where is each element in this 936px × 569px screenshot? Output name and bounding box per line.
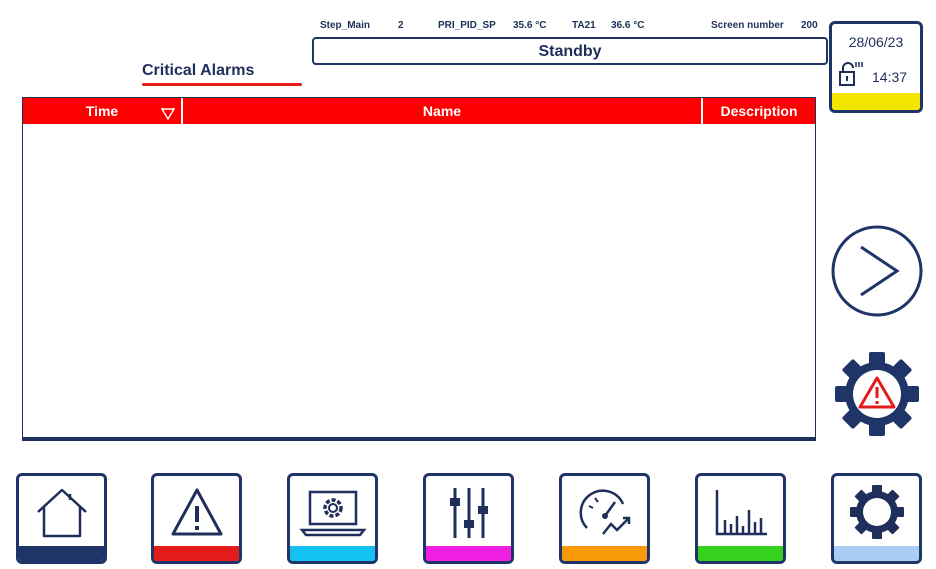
- datetime-accent-bar: [832, 93, 920, 110]
- machine-state-box: Standby: [312, 37, 828, 65]
- title-underline: [142, 83, 302, 86]
- unlock-icon: [838, 60, 864, 93]
- nav-charts-button[interactable]: [695, 473, 786, 564]
- sliders-icon: [439, 482, 499, 547]
- sort-descending-icon[interactable]: [160, 103, 176, 129]
- alarm-settings-button[interactable]: [833, 350, 921, 443]
- screen-number-value: 200: [801, 20, 818, 31]
- time-display: 14:37: [872, 69, 908, 85]
- nav-home-bar: [19, 546, 104, 561]
- column-header-description[interactable]: Description: [703, 98, 815, 124]
- nav-alarms-button[interactable]: [151, 473, 242, 564]
- nav-home-button[interactable]: [16, 473, 107, 564]
- gear-icon: [847, 482, 907, 547]
- nav-settings-button[interactable]: [831, 473, 922, 564]
- home-icon: [32, 482, 92, 547]
- chevron-right-icon: [831, 225, 923, 317]
- nav-performance-bar: [562, 546, 647, 561]
- nav-charts-bar: [698, 546, 783, 561]
- table-header: Time Name Description: [23, 98, 815, 124]
- gauge-trend-icon: [573, 482, 637, 547]
- warning-icon: [167, 482, 227, 547]
- step-main-label: Step_Main: [320, 20, 371, 31]
- pri-pid-sp-value: 35.6 °C: [513, 20, 547, 31]
- table-bottom-border: [23, 437, 815, 440]
- nav-alarms-bar: [154, 546, 239, 561]
- alarm-table: Time Name Description: [22, 97, 816, 441]
- date-display: 28/06/23: [848, 34, 904, 50]
- screen-number-label: Screen number: [711, 20, 784, 31]
- monitor-gear-icon: [298, 482, 368, 547]
- step-main-value: 2: [398, 20, 404, 31]
- ta21-label: TA21: [572, 20, 596, 31]
- column-header-name[interactable]: Name: [183, 98, 703, 124]
- gear-warning-icon: [835, 352, 919, 436]
- nav-performance-button[interactable]: [559, 473, 650, 564]
- datetime-widget[interactable]: 28/06/23 14:37: [829, 21, 923, 113]
- ta21-value: 36.6 °C: [611, 20, 645, 31]
- pri-pid-sp-label: PRI_PID_SP: [438, 20, 496, 31]
- page-title: Critical Alarms: [142, 62, 255, 79]
- nav-parameters-bar: [426, 546, 511, 561]
- nav-settings-bar: [834, 546, 919, 561]
- column-header-time[interactable]: Time: [23, 98, 183, 124]
- nav-system-bar: [290, 546, 375, 561]
- nav-parameters-button[interactable]: [423, 473, 514, 564]
- nav-system-button[interactable]: [287, 473, 378, 564]
- next-page-button[interactable]: [831, 225, 923, 322]
- column-header-time-label: Time: [85, 103, 119, 119]
- bar-chart-icon: [711, 482, 771, 547]
